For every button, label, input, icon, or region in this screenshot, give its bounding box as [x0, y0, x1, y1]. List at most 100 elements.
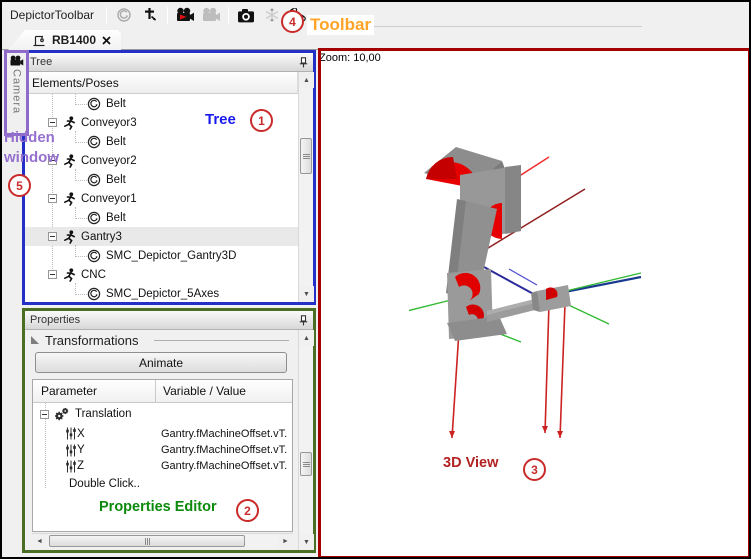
- table-row-y[interactable]: Y Gantry.fMachineOffset.vT.: [33, 442, 292, 458]
- element-icon: [63, 230, 76, 244]
- down-arrow-icon: ▼: [303, 539, 310, 546]
- 3d-view[interactable]: Zoom: 10,00: [318, 48, 751, 559]
- pose-icon: [87, 97, 101, 111]
- robot-3d-model: [409, 139, 654, 474]
- annotation-properties-editor: Properties Editor: [99, 499, 217, 515]
- tree-item-selected[interactable]: Gantry3: [25, 227, 298, 246]
- tree-connector: [75, 207, 87, 219]
- toolbar-title: DepictorToolbar: [10, 8, 94, 22]
- toolbar-separator: [167, 7, 168, 24]
- move-tool-button[interactable]: [137, 3, 163, 27]
- tree-item[interactable]: CNC: [25, 265, 298, 284]
- properties-horizontal-scrollbar[interactable]: ◄ ►: [32, 533, 293, 548]
- parameter-value[interactable]: Gantry.fMachineOffset.vT.: [161, 428, 290, 440]
- depictor-window: DepictorToolbar: [0, 0, 751, 559]
- pose-icon: [87, 287, 101, 301]
- sliders-icon: [65, 444, 77, 457]
- tree-item[interactable]: SMC_Depictor_Gantry3D: [25, 246, 298, 265]
- annotation-circle-5: 5: [8, 174, 31, 197]
- camera-hidden-tab[interactable]: Camera: [4, 50, 29, 136]
- left-arrow-icon: ◄: [36, 538, 43, 545]
- animate-button[interactable]: Animate: [35, 352, 287, 373]
- tab-rb1400[interactable]: RB1400: [8, 30, 121, 50]
- value-column-header[interactable]: Variable / Value: [156, 384, 246, 398]
- annotation-circle-4: 4: [281, 10, 304, 33]
- scroll-thumb[interactable]: [49, 535, 245, 547]
- annotation-tree: Tree: [205, 111, 236, 128]
- tab-label: RB1400: [52, 33, 96, 47]
- sliders-icon: [65, 427, 77, 440]
- scroll-thumb[interactable]: [300, 452, 312, 476]
- table-row-x[interactable]: X Gantry.fMachineOffset.vT.: [33, 425, 292, 442]
- tree-panel: Tree Elements/Poses Belt Conveyor3: [22, 50, 316, 305]
- transformations-section-header[interactable]: Transformations: [25, 330, 295, 350]
- toolbar: DepictorToolbar: [2, 2, 749, 28]
- collapse-toggle[interactable]: [40, 410, 49, 419]
- parameter-value[interactable]: Gantry.fMachineOffset.vT.: [161, 460, 290, 472]
- scroll-thumb[interactable]: [300, 138, 312, 174]
- scroll-left-button[interactable]: ◄: [32, 534, 47, 549]
- element-icon: [63, 192, 76, 206]
- record-animation-button[interactable]: [172, 3, 198, 27]
- scroll-up-button[interactable]: ▲: [299, 72, 314, 88]
- scroll-down-button[interactable]: ▼: [299, 286, 314, 302]
- table-row-add[interactable]: Double Click..: [33, 474, 292, 494]
- collapse-toggle[interactable]: [48, 232, 57, 241]
- move-tool-icon: [142, 7, 158, 23]
- pose-icon: [87, 211, 101, 225]
- pose-tool-button[interactable]: [111, 3, 137, 27]
- down-arrow-icon: ▼: [303, 291, 310, 298]
- properties-panel-title: Properties: [30, 314, 80, 326]
- tree-connector: [75, 283, 87, 295]
- pin-icon[interactable]: [299, 315, 308, 326]
- pose-icon: [87, 135, 101, 149]
- tab-strip: RB1400: [2, 29, 749, 50]
- annotation-circle-2: 2: [236, 499, 259, 522]
- right-arrow-icon: ►: [282, 538, 289, 545]
- section-title: Transformations: [45, 333, 138, 348]
- annotation-circle-1: 1: [250, 109, 273, 132]
- snapshot-button[interactable]: [233, 3, 259, 27]
- table-row-z[interactable]: Z Gantry.fMachineOffset.vT.: [33, 458, 292, 474]
- gears-icon: [53, 407, 70, 422]
- scroll-right-button[interactable]: ►: [278, 534, 293, 549]
- tree-connector: [75, 169, 87, 181]
- up-arrow-icon: ▲: [303, 335, 310, 342]
- table-header: Parameter Variable / Value: [33, 380, 292, 403]
- tree-connector: [75, 94, 87, 105]
- parameter-value[interactable]: Gantry.fMachineOffset.vT.: [161, 444, 290, 456]
- close-icon[interactable]: [102, 36, 111, 45]
- pose-swirl-icon: [116, 7, 132, 23]
- tree-item[interactable]: SMC_Depictor_5Axes: [25, 284, 298, 302]
- properties-vertical-scrollbar[interactable]: ▲ ▼: [298, 330, 313, 550]
- tree-column-header-label: Elements/Poses: [32, 76, 119, 90]
- tree-item[interactable]: Belt: [25, 208, 298, 227]
- gantry-icon: [32, 33, 46, 47]
- scroll-down-button[interactable]: ▼: [299, 534, 314, 550]
- pin-icon[interactable]: [299, 57, 308, 68]
- stop-animation-button[interactable]: [198, 3, 224, 27]
- parameter-column-header[interactable]: Parameter: [33, 384, 155, 398]
- collapse-toggle[interactable]: [48, 118, 57, 127]
- collapse-toggle[interactable]: [48, 194, 57, 203]
- tree-item[interactable]: Conveyor1: [25, 189, 298, 208]
- section-rule: [154, 340, 289, 341]
- collapse-toggle[interactable]: [48, 270, 57, 279]
- stop-camera-icon: [201, 7, 221, 23]
- tree-item[interactable]: Belt: [25, 170, 298, 189]
- annotation-3d-view: 3D View: [443, 455, 498, 471]
- properties-panel-titlebar: Properties: [25, 311, 313, 330]
- tree-panel-titlebar: Tree: [25, 53, 313, 72]
- tree-vertical-scrollbar[interactable]: ▲ ▼: [298, 72, 313, 302]
- collapse-triangle-icon: [31, 336, 39, 344]
- table-row-translation[interactable]: Translation: [33, 403, 292, 425]
- tree-column-header[interactable]: Elements/Poses: [25, 72, 298, 94]
- toolbar-separator: [106, 7, 107, 24]
- camera-icon: [9, 55, 24, 67]
- camera-tab-label: Camera: [11, 69, 23, 114]
- sliders-icon: [65, 460, 77, 473]
- tree-connector: [75, 245, 87, 257]
- pose-icon: [87, 173, 101, 187]
- annotation-hidden-window: Hidden window: [4, 128, 80, 168]
- scroll-up-button[interactable]: ▲: [299, 330, 314, 346]
